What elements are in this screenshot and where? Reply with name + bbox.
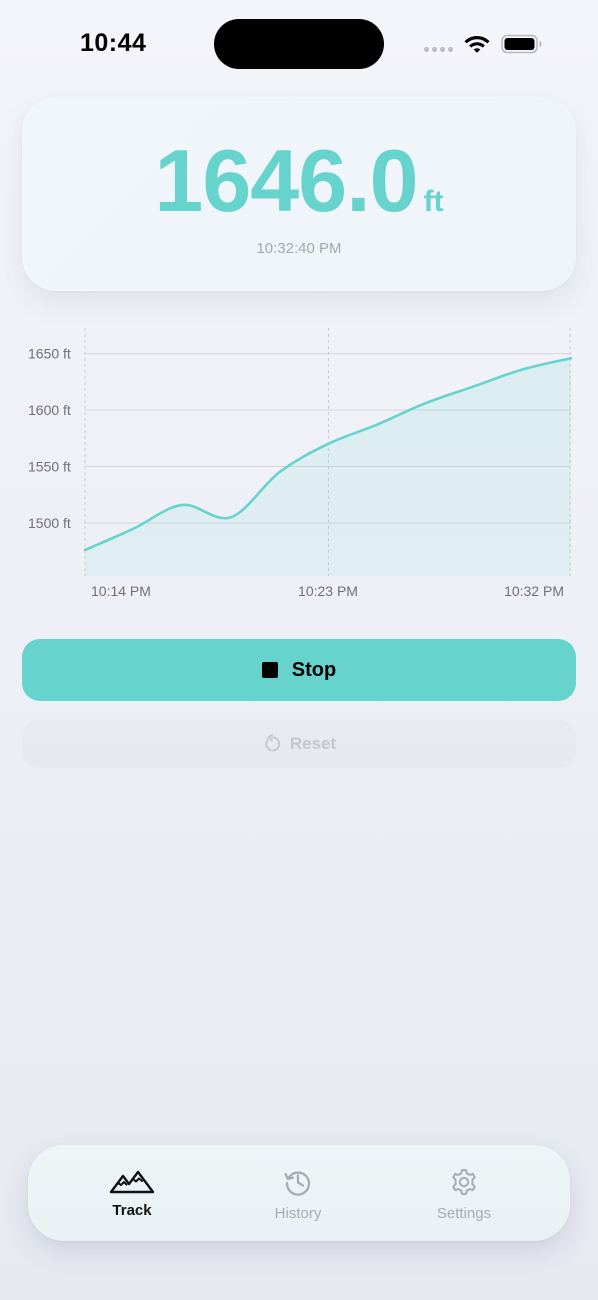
reset-button-label: Reset (289, 734, 337, 753)
altitude-chart: 1500 ft 1550 ft 1600 ft 1650 ft 10:14 PM 10:2… (28, 328, 573, 599)
chart-data-point (375, 423, 378, 426)
chart-data-point (132, 527, 135, 530)
tab-history[interactable]: History (258, 1145, 338, 1241)
chart-x-tick-label: 10:14 PM (91, 583, 151, 599)
tab-settings[interactable]: Settings (424, 1145, 504, 1241)
tab-bar: Track History Settings (28, 1145, 570, 1241)
wifi-icon (464, 36, 490, 53)
reset-button[interactable]: Reset (22, 720, 576, 768)
chart-data-point (521, 368, 524, 371)
history-icon (283, 1167, 313, 1197)
stop-button-label: Stop (291, 658, 337, 681)
chart-y-tick-label: 1650 ft (28, 346, 71, 362)
gear-icon (449, 1167, 479, 1197)
chart-data-point (278, 471, 281, 474)
tab-settings-label: Settings (436, 1205, 492, 1222)
chart-x-tick-label: 10:23 PM (298, 583, 358, 599)
tab-track[interactable]: Track (92, 1145, 172, 1241)
chart-y-tick-label: 1600 ft (28, 402, 71, 418)
chart-data-point (327, 442, 330, 445)
mountains-icon (109, 1167, 155, 1197)
altitude-display: 1646.0 ft (22, 127, 576, 235)
chart-y-tick-label: 1550 ft (28, 459, 71, 475)
chart-data-point (424, 402, 427, 405)
altitude-timestamp: 10:32:40 PM (256, 240, 342, 257)
dynamic-island (214, 19, 384, 69)
stop-button[interactable]: Stop (22, 639, 576, 701)
altitude-value: 1646.0 (154, 131, 418, 230)
chart-data-point (181, 503, 184, 506)
tab-history-label: History (274, 1205, 322, 1222)
stop-icon (261, 662, 278, 678)
chart-data-point (472, 385, 475, 388)
chart-data-point (229, 516, 232, 519)
chart-data-point (84, 549, 87, 552)
status-time: 10:44 (80, 29, 147, 57)
tab-track-label: Track (112, 1202, 152, 1219)
chart-x-tick-label: 10:32 PM (504, 583, 564, 599)
battery-icon (501, 34, 542, 54)
reset-icon (265, 734, 280, 752)
chart-y-tick-label: 1500 ft (28, 515, 71, 531)
altitude-card: 1646.0 ft 10:32:40 PM (22, 97, 576, 291)
chart-data-point (570, 357, 573, 360)
cellular-signal-icon (424, 47, 453, 52)
altitude-unit: ft (423, 185, 444, 218)
status-bar: 10:44 (0, 0, 598, 90)
